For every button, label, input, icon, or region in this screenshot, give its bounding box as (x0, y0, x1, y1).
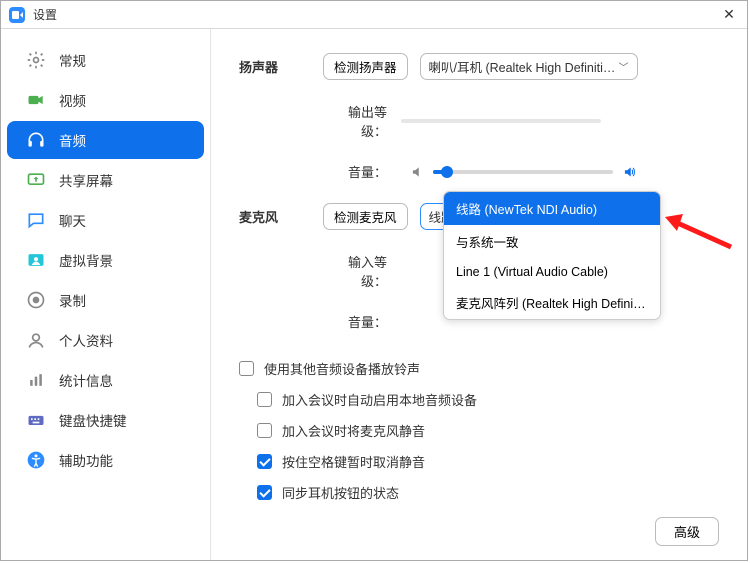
speaker-output-row: 输出等级： (239, 102, 719, 140)
sidebar-item-label: 统计信息 (59, 370, 113, 390)
sidebar-item-chat[interactable]: 聊天 (7, 201, 204, 239)
window-title: 设置 (33, 6, 719, 23)
accessibility-icon (25, 449, 47, 471)
mic-device-dropdown[interactable]: 线路 (NewTek NDI Audio) 与系统一致 Line 1 (Virt… (443, 191, 661, 320)
check-row: 按住空格键暂时取消静音 (239, 446, 719, 477)
sidebar-item-vbg[interactable]: 虚拟背景 (7, 241, 204, 279)
sidebar-item-stats[interactable]: 统计信息 (7, 361, 204, 399)
keyboard-icon (25, 409, 47, 431)
check-row: 加入会议时自动启用本地音频设备 (239, 384, 719, 415)
test-speaker-button[interactable]: 检测扬声器 (323, 53, 408, 80)
checkbox[interactable] (257, 423, 272, 438)
headphones-icon (25, 129, 47, 151)
share-screen-icon (25, 169, 47, 191)
checkbox-group: 使用其他音频设备播放铃声 加入会议时自动启用本地音频设备 加入会议时将麦克风静音… (239, 353, 719, 508)
sidebar-item-label: 常规 (59, 50, 86, 70)
advanced-button[interactable]: 高级 (655, 517, 719, 546)
close-icon[interactable]: ✕ (719, 5, 739, 25)
sidebar-item-label: 虚拟背景 (59, 250, 113, 270)
volume-high-icon (621, 164, 637, 180)
chat-icon (25, 209, 47, 231)
sidebar-item-profile[interactable]: 个人资料 (7, 321, 204, 359)
dropdown-item[interactable]: 与系统一致 (444, 225, 660, 258)
dropdown-item[interactable]: Line 1 (Virtual Audio Cable) (444, 258, 660, 286)
sidebar-item-label: 共享屏幕 (59, 170, 113, 190)
sidebar-item-label: 音频 (59, 130, 86, 150)
speaker-row: 扬声器 检测扬声器 喇叭/耳机 (Realtek High Definiti… … (239, 53, 719, 80)
checkbox[interactable] (239, 361, 254, 376)
gear-icon (25, 49, 47, 71)
sidebar-item-label: 聊天 (59, 210, 86, 230)
check-label: 使用其他音频设备播放铃声 (264, 359, 420, 378)
stats-icon (25, 369, 47, 391)
sidebar-item-video[interactable]: 视频 (7, 81, 204, 119)
sidebar-item-label: 辅助功能 (59, 450, 113, 470)
slider-knob[interactable] (441, 166, 453, 178)
check-row: 同步耳机按钮的状态 (239, 477, 719, 508)
profile-icon (25, 329, 47, 351)
output-level-label: 输出等级： (323, 102, 401, 140)
volume-low-icon (409, 164, 425, 180)
dropdown-item[interactable]: 线路 (NewTek NDI Audio) (444, 192, 660, 225)
app-icon (9, 7, 25, 23)
sidebar: 常规 视频 音频 共享屏幕 聊天 虚拟背景 (1, 29, 211, 560)
speaker-device-value: 喇叭/耳机 (Realtek High Definiti… (429, 57, 616, 76)
sidebar-item-audio[interactable]: 音频 (7, 121, 204, 159)
check-label: 加入会议时自动启用本地音频设备 (282, 390, 477, 409)
sidebar-item-keyboard[interactable]: 键盘快捷键 (7, 401, 204, 439)
chevron-down-icon: ﹀ (619, 59, 629, 74)
record-icon (25, 289, 47, 311)
sidebar-item-accessibility[interactable]: 辅助功能 (7, 441, 204, 479)
check-label: 加入会议时将麦克风静音 (282, 421, 425, 440)
titlebar: 设置 ✕ (1, 1, 747, 29)
mic-volume-label: 音量： (323, 312, 401, 331)
checkbox[interactable] (257, 454, 272, 469)
output-level-bar (401, 119, 601, 123)
checkbox[interactable] (257, 485, 272, 500)
speaker-volume-row: 音量： (239, 162, 719, 181)
sidebar-item-record[interactable]: 录制 (7, 281, 204, 319)
sidebar-item-label: 个人资料 (59, 330, 113, 350)
sidebar-item-share[interactable]: 共享屏幕 (7, 161, 204, 199)
mic-section-label: 麦克风 (239, 207, 323, 226)
check-row: 使用其他音频设备播放铃声 (239, 353, 719, 384)
input-level-label: 输入等级： (323, 252, 401, 290)
speaker-volume-slider[interactable] (433, 170, 613, 174)
checkbox[interactable] (257, 392, 272, 407)
sidebar-item-label: 视频 (59, 90, 86, 110)
video-icon (25, 89, 47, 111)
test-mic-button[interactable]: 检测麦克风 (323, 203, 408, 230)
sidebar-item-general[interactable]: 常规 (7, 41, 204, 79)
dropdown-item[interactable]: 麦克风阵列 (Realtek High Definition … (444, 286, 660, 319)
check-label: 同步耳机按钮的状态 (282, 483, 399, 502)
speaker-volume-label: 音量： (323, 162, 401, 181)
speaker-device-select[interactable]: 喇叭/耳机 (Realtek High Definiti… ﹀ (420, 53, 638, 80)
annotation-arrow (663, 211, 733, 256)
virtual-bg-icon (25, 249, 47, 271)
speaker-section-label: 扬声器 (239, 57, 323, 76)
check-row: 加入会议时将麦克风静音 (239, 415, 719, 446)
check-label: 按住空格键暂时取消静音 (282, 452, 425, 471)
sidebar-item-label: 录制 (59, 290, 86, 310)
sidebar-item-label: 键盘快捷键 (59, 410, 127, 430)
